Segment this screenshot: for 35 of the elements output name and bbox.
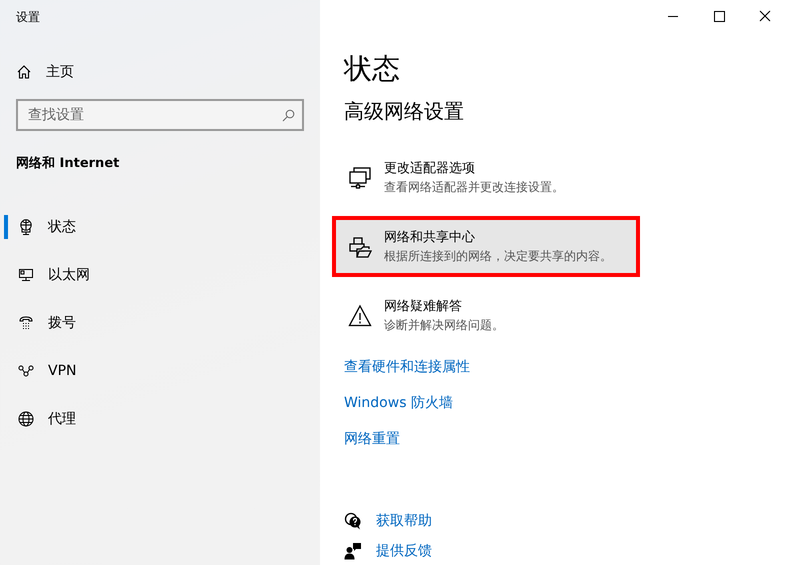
search-field[interactable]: 查找设置 <box>16 99 304 131</box>
settings-link[interactable]: 网络重置 <box>344 430 400 448</box>
nav-item[interactable]: VPN <box>0 347 320 395</box>
nav-item[interactable]: 以太网 <box>0 251 320 299</box>
nav-item[interactable]: 拨号 <box>0 299 320 347</box>
option-title: 网络和共享中心 <box>384 229 476 246</box>
help-link[interactable]: 提供反馈 <box>376 542 432 560</box>
printer-folder-icon <box>348 234 372 258</box>
settings-option[interactable]: 更改适配器选项 查看网络适配器并更改连接设置。 <box>332 147 640 208</box>
section-heading: 网络和 Internet <box>16 155 120 172</box>
section-title: 高级网络设置 <box>344 98 464 125</box>
window-title: 设置 <box>16 9 40 26</box>
vpn-icon <box>18 363 34 379</box>
help-chat-icon <box>344 512 362 530</box>
network-adapter-icon <box>348 166 372 190</box>
option-description: 根据所连接到的网络，决定要共享的内容。 <box>384 248 612 265</box>
page-title: 状态 <box>344 51 400 87</box>
settings-option[interactable]: 网络和共享中心 根据所连接到的网络，决定要共享的内容。 <box>332 216 640 277</box>
monitor-icon <box>18 267 34 283</box>
search-icon <box>282 109 295 122</box>
option-title: 更改适配器选项 <box>384 160 476 177</box>
warning-icon <box>348 304 372 328</box>
option-title: 网络疑难解答 <box>384 298 463 315</box>
feedback-icon <box>344 542 362 560</box>
settings-link[interactable]: 查看硬件和连接属性 <box>344 358 470 376</box>
globe-monitor-icon <box>18 219 34 235</box>
option-description: 诊断并解决网络问题。 <box>384 317 504 334</box>
nav-item[interactable]: 代理 <box>0 395 320 443</box>
home-icon <box>16 64 32 80</box>
settings-option[interactable]: 网络疑难解答 诊断并解决网络问题。 <box>332 285 640 346</box>
globe-icon <box>18 411 34 427</box>
option-description: 查看网络适配器并更改连接设置。 <box>384 179 564 196</box>
home-link[interactable]: 主页 <box>16 63 74 81</box>
help-link[interactable]: 获取帮助 <box>376 512 432 530</box>
settings-link[interactable]: Windows 防火墙 <box>344 394 453 412</box>
